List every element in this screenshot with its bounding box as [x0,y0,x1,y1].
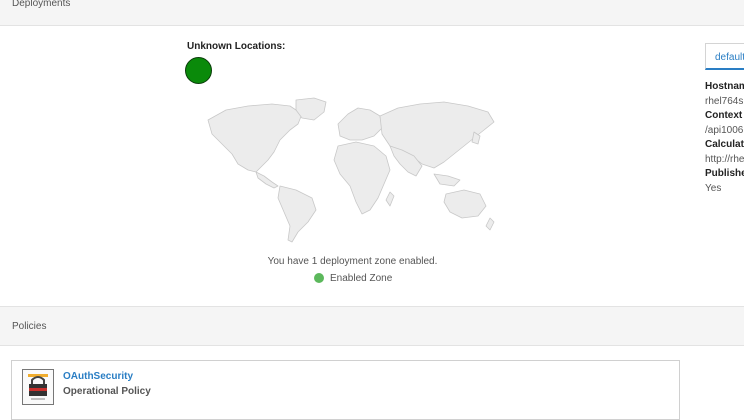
tab-default[interactable]: default [705,43,744,70]
policy-type-label: Operational Policy [63,386,151,397]
published-value: Yes [705,182,722,194]
map-region-new-zealand [485,217,495,231]
map-region-north-america [207,103,303,173]
map-region-africa [333,141,391,215]
map-region-europe [337,107,383,141]
enabled-zone-legend-label: Enabled Zone [330,272,393,284]
enabled-zone-legend-dot [314,273,324,283]
context-value: /api1006 [705,124,744,136]
world-map [207,97,495,243]
policies-title: Policies [12,321,47,332]
hostname-label: Hostnam [705,81,744,92]
context-label: Context I [705,110,744,121]
map-region-south-america [277,185,317,243]
policies-section-header: Policies [0,306,744,346]
hostname-value: rhel764s [705,95,744,107]
map-region-australia [443,189,487,219]
map-legend: Enabled Zone [314,271,392,285]
deployment-details-panel: Hostnam rhel764s Context I /api1006 Calc… [705,80,744,196]
calculated-url-value: http://rhe [705,153,744,165]
policy-lock-icon [22,369,54,405]
map-region-central-america [255,171,279,189]
map-region-madagascar [385,191,395,207]
policy-card[interactable]: OAuthSecurity Operational Policy [11,360,680,420]
published-label: Publishe [705,168,744,179]
unknown-locations-marker[interactable] [185,57,212,84]
deployment-zone-message: You have 1 deployment zone enabled. [267,256,438,267]
calculated-url-label: Calculate [705,139,744,150]
map-region-southeast-asia [433,173,461,187]
policy-name-link[interactable]: OAuthSecurity [63,371,133,382]
deployments-section-header: Deployments [0,0,744,26]
deployments-title: Deployments [12,0,71,9]
unknown-locations-label: Unknown Locations: [187,41,286,52]
